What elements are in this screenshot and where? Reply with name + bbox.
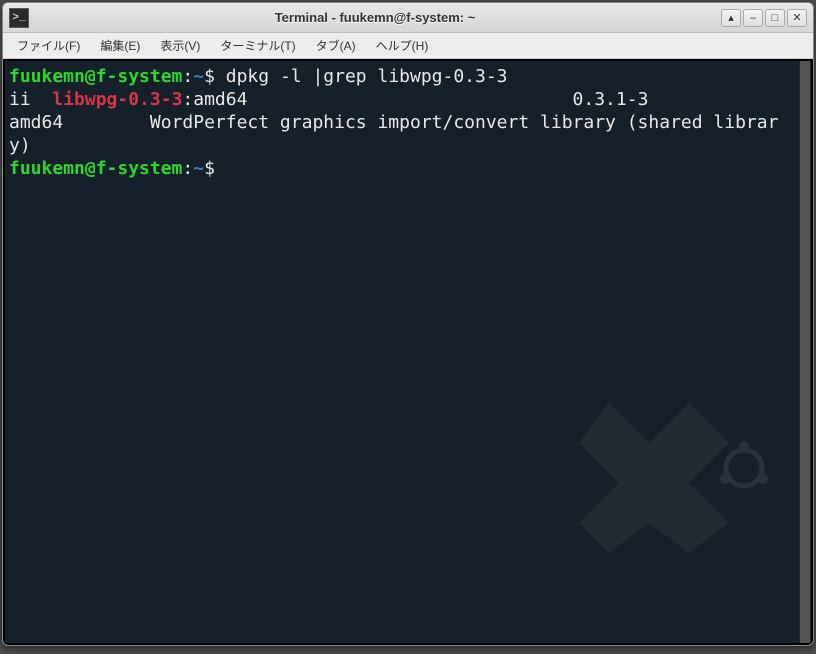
prompt-path-2: ~ [193,158,204,179]
terminal-output[interactable]: fuukemn@f-system:~$ dpkg -l |grep libwpg… [5,61,799,643]
menubar: ファイル(F) 編集(E) 表示(V) ターミナル(T) タブ(A) ヘルプ(H… [3,33,813,59]
out-status: ii [9,89,52,110]
out-package: libwpg-0.3-3 [52,89,182,110]
out-arch-suffix: :amd64 [182,89,247,110]
prompt-sigil-2: $ [204,158,215,179]
out-arch: amd64 [9,112,63,133]
titlebar[interactable]: >_ Terminal - fuukemn@f-system: ~ ▴ – □ … [3,3,813,33]
terminal-container: fuukemn@f-system:~$ dpkg -l |grep libwpg… [3,59,813,645]
menu-tabs[interactable]: タブ(A) [306,33,366,58]
out-description: WordPerfect graphics import/convert libr… [9,112,778,156]
prompt-sep-1: : [182,66,193,87]
prompt-userhost: fuukemn@f-system [9,66,182,87]
watermark-icon [569,383,769,553]
menu-edit[interactable]: 編集(E) [90,33,150,58]
menu-view[interactable]: 表示(V) [150,33,210,58]
window-controls: ▴ – □ ✕ [721,9,807,27]
prompt-userhost-2: fuukemn@f-system [9,158,182,179]
menu-terminal[interactable]: ターミナル(T) [210,33,305,58]
scrollbar-thumb[interactable] [800,61,810,643]
prompt-path-1: ~ [193,66,204,87]
prompt-sigil-1: $ [204,66,215,87]
app-window: >_ Terminal - fuukemn@f-system: ~ ▴ – □ … [2,2,814,646]
menu-file[interactable]: ファイル(F) [7,33,90,58]
terminal-icon: >_ [9,8,29,28]
window-title: Terminal - fuukemn@f-system: ~ [37,10,713,25]
menu-help[interactable]: ヘルプ(H) [366,33,439,58]
prompt-sep-2: : [182,158,193,179]
out-version: 0.3.1-3 [573,89,649,110]
scrollbar[interactable] [799,61,811,643]
scroll-up-button[interactable]: ▴ [721,9,741,27]
close-button[interactable]: ✕ [787,9,807,27]
maximize-button[interactable]: □ [765,9,785,27]
minimize-button[interactable]: – [743,9,763,27]
command-text: dpkg -l |grep libwpg-0.3-3 [215,66,508,87]
